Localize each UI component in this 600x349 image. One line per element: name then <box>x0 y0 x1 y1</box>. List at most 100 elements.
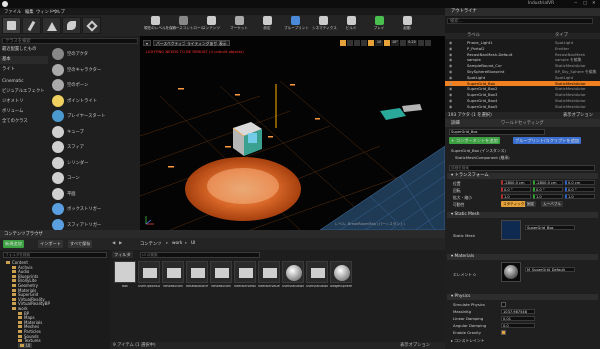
mobility-static-button[interactable]: スタティック <box>501 201 527 207</box>
visibility-eye-icon[interactable]: ◉ <box>449 75 452 81</box>
show-button[interactable]: 表示 <box>216 40 230 46</box>
outliner-row[interactable]: ◉ sample sample を編集 <box>445 57 600 63</box>
toolbar-button[interactable]: 起動 <box>396 16 418 35</box>
visibility-eye-icon[interactable]: ◉ <box>449 57 452 63</box>
material-dropdown[interactable]: M_SuperGrid_Default <box>525 267 575 272</box>
snap-icon[interactable] <box>368 40 374 46</box>
details-search-input[interactable]: 詳細を検索 <box>449 165 595 171</box>
nav-back-icon[interactable]: ◀ <box>112 241 115 246</box>
category-geometry[interactable]: ジオメトリ <box>0 98 48 106</box>
mobility-stationary-button[interactable]: 固定 <box>525 201 537 207</box>
asset-tile[interactable]: ResetButton <box>162 261 184 289</box>
rotate-icon[interactable] <box>347 40 353 46</box>
path-ui[interactable]: UI <box>191 241 195 246</box>
asset-tile[interactable]: InteractiveWidget <box>234 261 256 289</box>
place-item[interactable]: コーン <box>50 170 138 186</box>
close-button[interactable]: ✕ <box>592 1 596 6</box>
outliner-row[interactable]: ◉ SuperGrid_Box3 StaticMeshActor <box>445 92 600 98</box>
category-recent[interactable]: 最近配置したもの <box>0 46 48 54</box>
component-static-mesh[interactable]: StaticMeshComponent (継承) <box>455 155 510 161</box>
asset-tile[interactable]: ResetButtonProp <box>186 261 208 289</box>
transform-field[interactable]: 1.0 <box>501 194 531 199</box>
place-item[interactable]: スフィア <box>50 139 138 155</box>
place-item[interactable]: プレイヤースタート <box>50 108 138 124</box>
category-all-classes[interactable]: 全てのクラス <box>0 118 48 126</box>
class-search-input[interactable]: クラスを検索 <box>2 38 138 44</box>
maximize-viewport-icon[interactable] <box>425 40 431 46</box>
filters-button[interactable]: フィルタ <box>112 251 133 258</box>
outliner-row[interactable]: ◉ RecastNavMesh-Default RecastNavMesh <box>445 52 600 58</box>
toolbar-button[interactable]: ソースコントロール <box>172 16 204 35</box>
viewport-scene[interactable] <box>140 36 445 230</box>
outliner-row[interactable]: ◉ SpotLight SpotLight <box>445 75 600 81</box>
scale-icon[interactable] <box>354 40 360 46</box>
visibility-eye-icon[interactable]: ◉ <box>449 69 452 75</box>
category-basic[interactable]: 基本 <box>0 56 48 64</box>
foliage-mode-button[interactable] <box>62 17 81 34</box>
visibility-eye-icon[interactable]: ◉ <box>449 81 452 87</box>
category-vfx[interactable]: ビジュアルエフェクト <box>0 88 48 96</box>
cb-view-options[interactable]: 表示オプション <box>400 342 430 349</box>
asset-tile[interactable]: InteractiveDefaultStruct <box>258 261 280 289</box>
col-label[interactable]: ラベル <box>467 33 480 39</box>
outliner-row[interactable]: ◉ SkySphereBlueprint BP_Sky_Sphere を編集 <box>445 69 600 75</box>
actor-name-field[interactable]: SuperGrid_Box <box>449 129 545 135</box>
outliner-row[interactable]: ◉ SampleBound_Cur StaticMeshActor <box>445 63 600 69</box>
transform-tools[interactable]: 10 10° 0.25 <box>340 40 440 46</box>
outliner-row[interactable]: ◉ SuperGrid_Box4 StaticMeshActor <box>445 98 600 104</box>
level-viewport[interactable]: ▾ パースペクティブ ライティングあり 表示 10 10° 0.25 LIGHT… <box>140 36 445 230</box>
folder-tree-item[interactable]: UI <box>18 342 33 348</box>
rot-snap-icon[interactable] <box>384 40 390 46</box>
static-mesh-dropdown[interactable]: SuperGrid_Box <box>525 225 575 230</box>
category-lights[interactable]: ライト <box>0 66 48 74</box>
toolbar-button[interactable]: 設定 <box>256 16 278 35</box>
physics-value[interactable]: 0.0 <box>501 323 535 328</box>
scale-snap-icon[interactable] <box>400 40 406 46</box>
visibility-eye-icon[interactable]: ◉ <box>449 52 452 58</box>
toolbar-button[interactable]: マーケット <box>228 16 250 35</box>
toolbar-button[interactable]: 現在のレベルを保存 <box>144 16 176 35</box>
nav-forward-icon[interactable]: ▶ <box>119 241 122 246</box>
visibility-eye-icon[interactable]: ◉ <box>449 86 452 92</box>
transform-field[interactable]: -2800.0 cm <box>533 180 563 185</box>
visibility-eye-icon[interactable]: ◉ <box>449 104 452 110</box>
transform-field[interactable]: 1.0 <box>533 194 563 199</box>
outliner-row[interactable]: ◉ SuperGrid_Box2 StaticMeshActor <box>445 86 600 92</box>
content-browser-tab[interactable]: コンテンツブラウザ <box>4 231 43 237</box>
path-work[interactable]: work <box>172 241 182 246</box>
material-thumbnail[interactable] <box>501 262 521 282</box>
outliner-row[interactable]: ◉ P_Portal2 Emitter <box>445 46 600 52</box>
visibility-eye-icon[interactable]: ◉ <box>449 46 452 52</box>
outliner-search-input[interactable]: 検索... <box>447 18 593 24</box>
place-item[interactable]: 空のポーン <box>50 77 138 93</box>
import-button[interactable]: インポート <box>38 240 63 248</box>
camera-speed-icon[interactable] <box>418 40 424 46</box>
outliner-row[interactable]: ◉ SuperGrid_Box5 StaticMeshActor <box>445 104 600 110</box>
outliner-row[interactable]: ◉ Phone_Light1 SpotLight <box>445 40 600 46</box>
static-mesh-section[interactable]: ▾ Static Mesh <box>447 212 598 218</box>
toolbar-button[interactable]: ブループリント <box>284 16 309 35</box>
category-cinematic[interactable]: Cinematic <box>0 78 48 86</box>
constraints-row[interactable]: ▸ コンストレイント <box>451 338 484 344</box>
visibility-eye-icon[interactable]: ◉ <box>449 40 452 46</box>
toolbar-button[interactable]: ビルド <box>340 16 362 35</box>
toolbar-button[interactable]: プレイ <box>368 16 390 35</box>
transform-field[interactable]: 0.0 cm <box>565 180 595 185</box>
place-mode-button[interactable] <box>2 17 21 34</box>
place-item[interactable]: 空のアクタ <box>50 46 138 62</box>
details-tab[interactable]: 詳細 <box>451 120 460 126</box>
translate-icon[interactable] <box>340 40 346 46</box>
category-volumes[interactable]: ボリューム <box>0 108 48 116</box>
save-all-button[interactable]: すべて保存 <box>68 240 93 248</box>
place-item[interactable]: シリンダー <box>50 155 138 171</box>
col-type[interactable]: タイプ <box>555 33 568 39</box>
physics-section[interactable]: ▾ Physics <box>447 294 598 300</box>
transform-field[interactable]: 0.0 ° <box>565 187 595 192</box>
asset-tile[interactable]: bak <box>114 261 136 289</box>
transform-field[interactable]: 0.0 ° <box>533 187 563 192</box>
asset-tile[interactable]: UserOptionsData <box>138 261 160 289</box>
landscape-mode-button[interactable] <box>42 17 61 34</box>
visibility-eye-icon[interactable]: ◉ <box>449 63 452 69</box>
asset-tile[interactable]: widgetSphere <box>330 261 352 289</box>
place-item[interactable]: 空のキャラクター <box>50 62 138 78</box>
